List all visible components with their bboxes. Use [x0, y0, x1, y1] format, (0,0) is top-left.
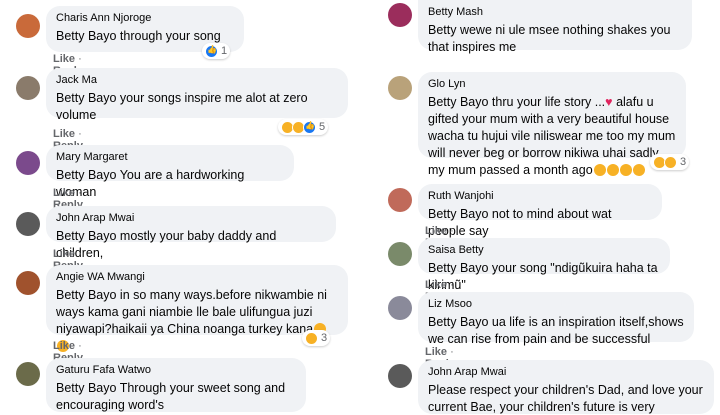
- separator: ·: [75, 53, 82, 65]
- avatar[interactable]: [16, 362, 40, 386]
- separator: ·: [447, 346, 454, 358]
- reaction-total: 1: [221, 45, 228, 57]
- comment-text: Betty Bayo thru your life story ...♥ ala…: [428, 94, 676, 179]
- mention-tag[interactable]: Betty Bayo: [56, 91, 116, 105]
- avatar[interactable]: [16, 212, 40, 236]
- reaction-total: 3: [321, 332, 328, 344]
- sad-reaction-icon: [664, 155, 677, 169]
- comment-text: Betty Bayo Through your sweet song and e…: [56, 380, 296, 414]
- like-reaction-icon: [205, 44, 218, 58]
- comment-bubble: Ruth Wanjohi Betty Bayo not to mind abou…: [418, 184, 662, 238]
- like-link[interactable]: Like: [53, 187, 75, 199]
- avatar[interactable]: [388, 242, 412, 266]
- reaction-total: 3: [680, 156, 687, 168]
- avatar[interactable]: [388, 3, 412, 27]
- comment-text: Betty Bayo ua life is an inspiration its…: [428, 314, 684, 348]
- like-link[interactable]: Like: [53, 53, 75, 65]
- comment-bubble: Saisa Betty Betty Bayo your song "ndigũk…: [418, 238, 670, 292]
- like-link[interactable]: Like: [53, 340, 75, 352]
- comment-author[interactable]: Betty Mash: [428, 5, 682, 19]
- crying-emoji-icon: [632, 164, 645, 176]
- comment-author[interactable]: Liz Msoo: [428, 297, 684, 311]
- comment-author[interactable]: Mary Margaret: [56, 150, 284, 164]
- like-link[interactable]: Like: [53, 248, 75, 260]
- heart-emoji-icon: ♥: [605, 95, 613, 109]
- mention-tag[interactable]: Betty Bayo: [56, 288, 116, 302]
- mention-tag[interactable]: Betty Bayo: [56, 381, 116, 395]
- comment-bubble: Gaturu Fafa Watwo Betty Bayo Through you…: [46, 358, 306, 412]
- like-link[interactable]: Like: [425, 225, 447, 237]
- comment-text: Betty Bayo your song "ndigũkuira haha ta…: [428, 260, 660, 294]
- comment-body: thru your life story ...: [488, 95, 606, 109]
- crying-emoji-icon: [619, 164, 632, 176]
- comment-text: Betty Bayo in so many ways.before nikwam…: [56, 287, 338, 355]
- avatar[interactable]: [16, 151, 40, 175]
- comment-bubble: Betty Mash Betty wewe ni ule msee nothin…: [418, 0, 692, 54]
- haha-reaction-icon: [305, 331, 318, 345]
- reaction-count[interactable]: 3: [302, 330, 331, 346]
- comment-author[interactable]: John Arap Mwai: [428, 365, 704, 379]
- comment-author[interactable]: Charis Ann Njoroge: [56, 11, 234, 25]
- separator: ·: [75, 128, 82, 140]
- avatar[interactable]: [388, 76, 412, 100]
- mention-tag[interactable]: Betty Bayo: [56, 229, 116, 243]
- avatar[interactable]: [388, 296, 412, 320]
- reaction-count[interactable]: 1: [202, 43, 231, 59]
- like-link[interactable]: Like: [425, 279, 447, 291]
- mention-tag[interactable]: Betty Bayo: [428, 315, 488, 329]
- comment-author[interactable]: Angie WA Mwangi: [56, 270, 338, 284]
- comment-author[interactable]: Saisa Betty: [428, 243, 660, 257]
- comment-bubble: Angie WA Mwangi Betty Bayo in so many wa…: [46, 265, 348, 352]
- comment-text: Betty wewe ni ule msee nothing shakes yo…: [428, 22, 682, 56]
- reaction-count[interactable]: 3: [650, 154, 690, 170]
- comment-text: Betty Bayo not to mind about wat people …: [428, 206, 652, 240]
- comment-text: Please respect your children's Dad, and …: [428, 382, 704, 415]
- mention-tag[interactable]: Betty Bayo: [428, 261, 488, 275]
- separator: ·: [75, 248, 82, 260]
- reaction-count[interactable]: 5: [278, 119, 329, 135]
- comment-author[interactable]: Glo Lyn: [428, 77, 676, 91]
- separator: ·: [447, 225, 454, 237]
- separator: ·: [75, 340, 82, 352]
- mention-tag[interactable]: Betty Bayo: [56, 168, 116, 182]
- comment-author[interactable]: Ruth Wanjohi: [428, 189, 652, 203]
- comment-author[interactable]: John Arap Mwai: [56, 211, 326, 225]
- like-link[interactable]: Like: [53, 128, 75, 140]
- mention-tag[interactable]: Betty Bayo: [56, 29, 116, 43]
- comment-author[interactable]: Jack Ma: [56, 73, 338, 87]
- crying-emoji-icon: [606, 164, 619, 176]
- comment-body: Please respect your children's Dad, and …: [428, 383, 703, 414]
- separator: ·: [75, 187, 82, 199]
- reaction-total: 5: [319, 121, 326, 133]
- comment-body: through your song: [116, 29, 221, 43]
- avatar[interactable]: [388, 188, 412, 212]
- crying-emoji-icon: [593, 164, 606, 176]
- comment-bubble: John Arap Mwai Please respect your child…: [418, 360, 714, 414]
- comment-bubble: Liz Msoo Betty Bayo ua life is an inspir…: [418, 292, 694, 346]
- comment-bubble: Glo Lyn Betty Bayo thru your life story …: [418, 72, 686, 177]
- comment-bubble: Jack Ma Betty Bayo your songs inspire me…: [46, 68, 348, 122]
- like-link[interactable]: Like: [425, 346, 447, 358]
- avatar[interactable]: [16, 76, 40, 100]
- separator: ·: [447, 279, 454, 291]
- mention-tag[interactable]: Betty Bayo: [428, 207, 488, 221]
- mention-tag[interactable]: Betty Bayo: [428, 95, 488, 109]
- avatar[interactable]: [16, 14, 40, 38]
- avatar[interactable]: [16, 271, 40, 295]
- avatar[interactable]: [388, 364, 412, 388]
- comment-author[interactable]: Gaturu Fafa Watwo: [56, 363, 296, 377]
- like-reaction-icon: [303, 120, 316, 134]
- comment-body: Betty wewe ni ule msee nothing shakes yo…: [428, 23, 671, 54]
- comment-text: Betty Bayo You are a hardworking woman: [56, 167, 284, 201]
- comment-bubble: John Arap Mwai Betty Bayo mostly your ba…: [46, 206, 336, 260]
- comment-bubble: Mary Margaret Betty Bayo You are a hardw…: [46, 145, 294, 199]
- comment-text: Betty Bayo mostly your baby daddy and ch…: [56, 228, 326, 262]
